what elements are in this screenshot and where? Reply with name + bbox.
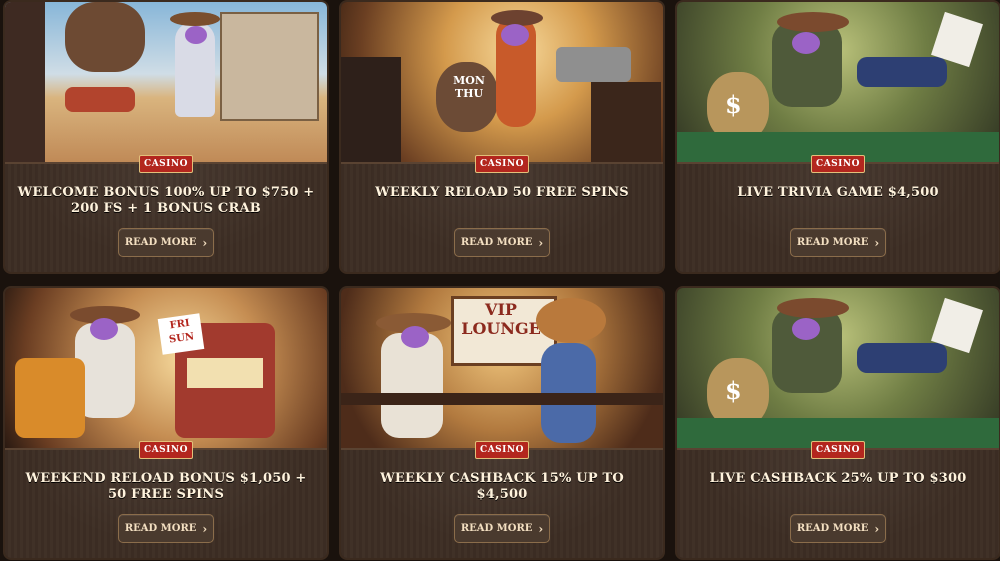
promo-card-weekly-reload[interactable]: MON THU CASINO WEEKLY RELOAD 50 FREE SPI… (339, 0, 665, 274)
read-more-button[interactable]: READ MORE › (118, 514, 214, 543)
promo-title: WEEKEND RELOAD BONUS $1,050 + 50 FREE SP… (25, 471, 307, 502)
chevron-right-icon: › (874, 235, 880, 250)
promo-title: WELCOME BONUS 100% UP TO $750 + 200 FS +… (17, 185, 315, 216)
promo-title: WEEKLY CASHBACK 15% UP TO $4,500 (380, 471, 624, 502)
casino-badge: CASINO (475, 441, 529, 459)
read-more-button[interactable]: READ MORE › (790, 228, 886, 257)
read-more-button[interactable]: READ MORE › (454, 228, 550, 257)
promo-card-live-trivia[interactable]: $ CASINO LIVE TRIVIA GAME $4,500 READ MO… (675, 0, 1000, 274)
fri-sun-sign: FRI SUN (157, 313, 205, 355)
chevron-right-icon: › (538, 521, 544, 536)
casino-badge: CASINO (139, 155, 193, 173)
promo-image: VIP LOUNGE (341, 288, 663, 448)
read-more-label: READ MORE (124, 523, 197, 534)
read-more-label: READ MORE (460, 237, 533, 248)
promo-title: LIVE CASHBACK 25% UP TO $300 (709, 471, 967, 486)
read-more-label: READ MORE (796, 523, 869, 534)
chevron-right-icon: › (538, 235, 544, 250)
chevron-right-icon: › (874, 521, 880, 536)
promo-card-live-cashback[interactable]: $ CASINO LIVE CASHBACK 25% UP TO $300 RE… (675, 286, 1000, 560)
promotions-grid: CASINO WELCOME BONUS 100% UP TO $750 + 2… (0, 0, 1000, 561)
read-more-button[interactable]: READ MORE › (454, 514, 550, 543)
read-more-label: READ MORE (796, 237, 869, 248)
promo-image: $ (677, 288, 999, 448)
promo-card-weekly-cashback[interactable]: VIP LOUNGE CASINO WEEKLY CASHBACK 15% UP… (339, 286, 665, 560)
promo-card-welcome[interactable]: CASINO WELCOME BONUS 100% UP TO $750 + 2… (3, 0, 329, 274)
promo-title: WEEKLY RELOAD 50 FREE SPINS (375, 185, 629, 200)
promo-image: $ (677, 2, 999, 162)
chevron-right-icon: › (202, 235, 208, 250)
casino-badge: CASINO (139, 441, 193, 459)
casino-badge: CASINO (811, 155, 865, 173)
promo-image: MON THU (341, 2, 663, 162)
read-more-button[interactable]: READ MORE › (118, 228, 214, 257)
chevron-right-icon: › (202, 521, 208, 536)
promo-title: LIVE TRIVIA GAME $4,500 (737, 185, 939, 200)
casino-badge: CASINO (475, 155, 529, 173)
read-more-label: READ MORE (124, 237, 197, 248)
casino-badge: CASINO (811, 441, 865, 459)
promo-card-weekend-reload[interactable]: FRI SUN CASINO WEEKEND RELOAD BONUS $1,0… (3, 286, 329, 560)
read-more-button[interactable]: READ MORE › (790, 514, 886, 543)
sack-text: MON THU (453, 74, 485, 100)
promo-image: FRI SUN (5, 288, 327, 448)
promo-image (5, 2, 327, 162)
read-more-label: READ MORE (460, 523, 533, 534)
